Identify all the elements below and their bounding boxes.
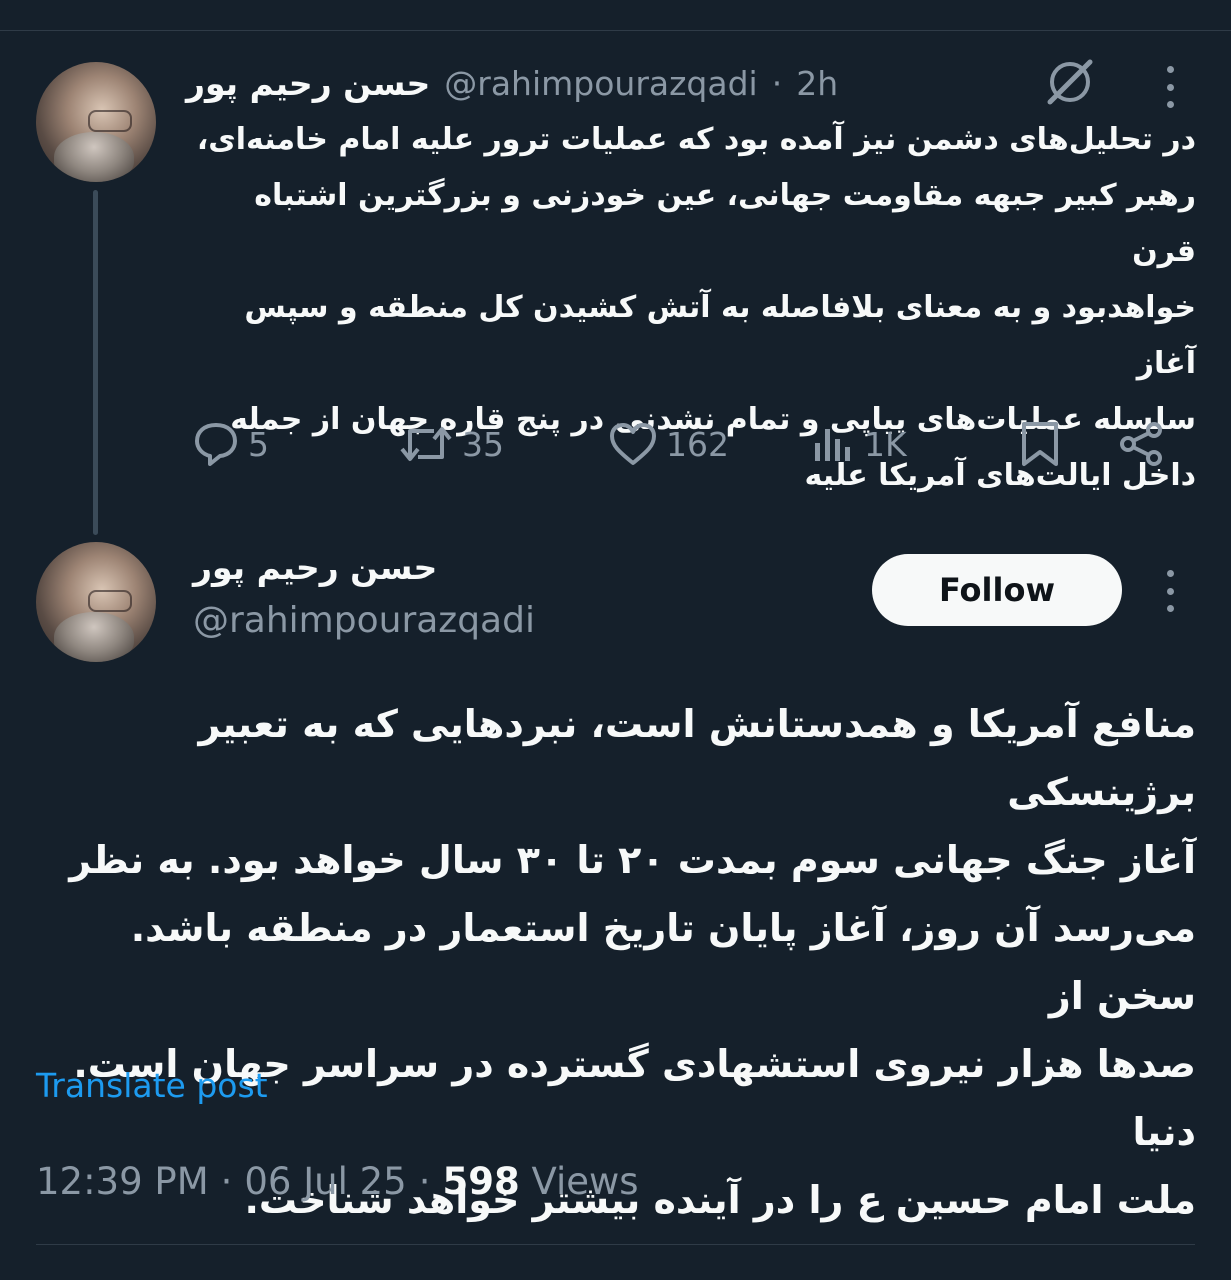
repost-button[interactable]: 35 [398,414,504,474]
tweet2-meta: 12:39 PM · 06 Jul 25 · 598 Views [36,1160,639,1203]
tweet2-handle[interactable]: @rahimpourazqadi [193,600,535,641]
views-button[interactable]: 1K [812,414,907,474]
views-count: 598 [442,1160,520,1203]
avatar-beard [54,132,134,182]
meta-dot: · [220,1160,233,1203]
view-count: 1K [864,424,907,464]
meta-dot: · [418,1160,431,1203]
views-stat: 598 Views [442,1160,638,1203]
like-count: 162 [666,424,729,464]
more-options-icon[interactable] [1160,570,1180,612]
tweet1-separator: · [771,63,783,103]
avatar[interactable] [36,542,156,662]
reply-button[interactable]: 5 [192,414,269,474]
grok-icon[interactable] [1042,56,1098,108]
tweet2-display-name[interactable]: حسن رحیم پور [193,548,437,587]
avatar-glasses [88,110,132,132]
tweet1-time[interactable]: 2h [796,64,838,103]
tweet2-text: منافع آمریکا و همدستانش است، نبردهایی که… [69,702,1196,1222]
like-button[interactable]: 162 [608,414,729,474]
repost-count: 35 [462,424,504,464]
bottom-divider [36,1244,1195,1245]
heart-icon [610,423,656,465]
tweet-date[interactable]: 06 Jul 25 [244,1160,406,1203]
tweet1-display-name[interactable]: حسن رحیم پور [186,64,430,103]
bookmark-button[interactable] [1018,414,1062,474]
reply-icon [195,423,237,466]
analytics-icon [815,429,850,461]
tweet1-header: حسن رحیم پور @rahimpourazqadi · 2h [186,58,838,108]
top-divider [0,30,1231,31]
share-button[interactable] [1118,414,1166,474]
avatar[interactable] [36,62,156,182]
thread-connector-line [93,190,98,535]
tweet1-action-bar: 5 35 162 1K [0,414,1231,474]
more-options-icon[interactable] [1160,66,1180,108]
follow-button[interactable]: Follow [872,554,1122,626]
tweet-time[interactable]: 12:39 PM [36,1160,209,1203]
translate-post-link[interactable]: Translate post [36,1066,268,1105]
bookmark-icon [1022,422,1058,466]
avatar-beard [54,612,134,662]
views-label: Views [531,1160,639,1203]
repost-icon [400,427,452,461]
avatar-glasses [88,590,132,612]
share-icon [1120,422,1162,466]
reply-count: 5 [248,424,269,464]
tweet1-handle[interactable]: @rahimpourazqadi [444,64,757,103]
